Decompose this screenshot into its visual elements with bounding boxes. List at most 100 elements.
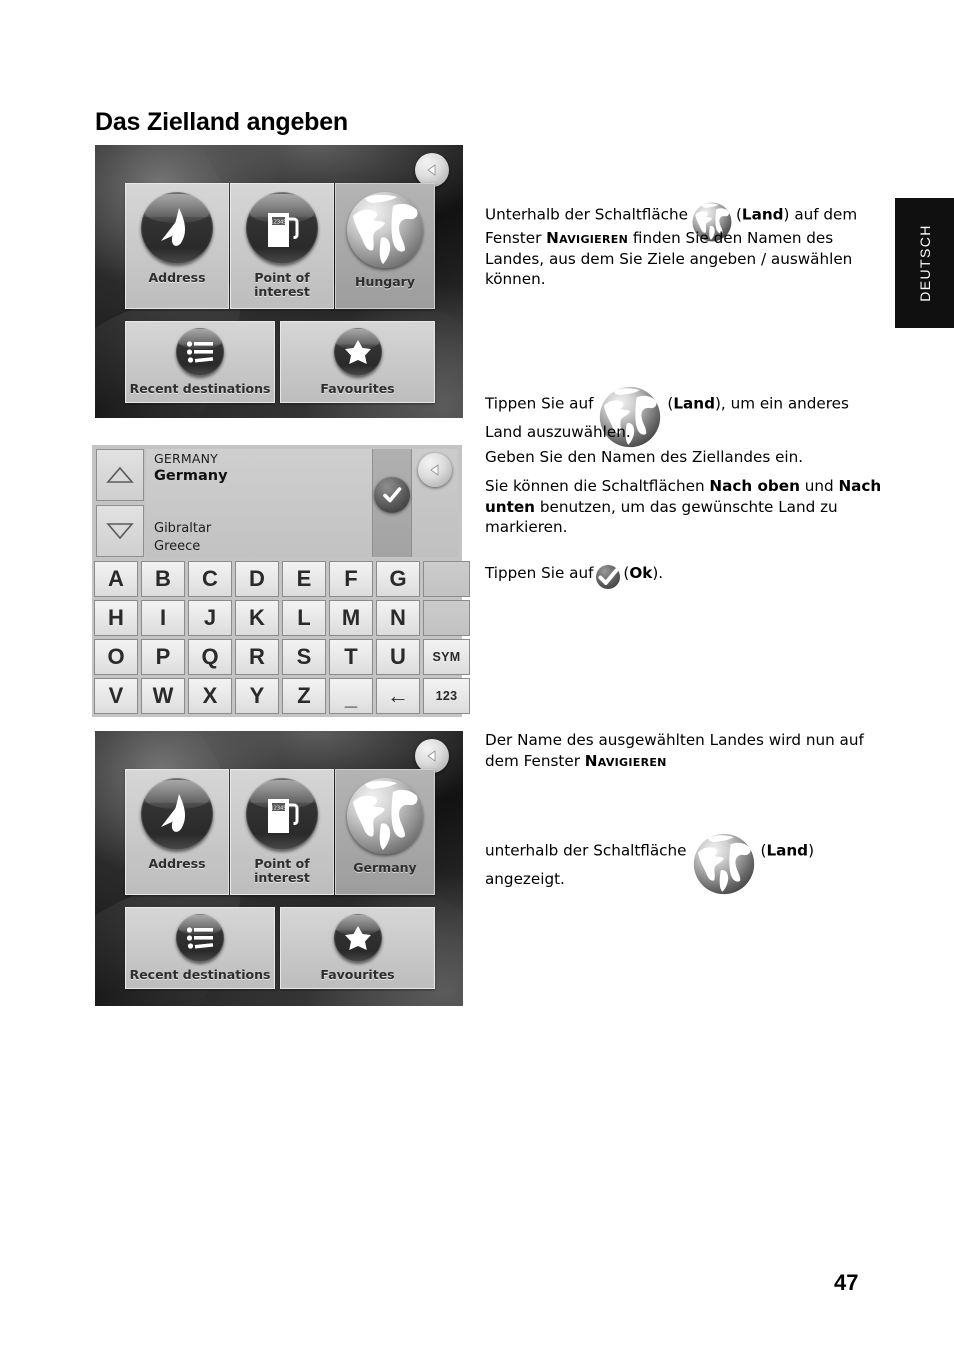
key-m[interactable]: M xyxy=(329,600,373,636)
tile-country[interactable]: Germany xyxy=(335,769,435,895)
star-icon xyxy=(333,328,382,376)
on-screen-keyboard[interactable]: ABCDEFG HIJKLMN O P Q R S T U SYM V W X Y Z _ ← 123 xyxy=(94,561,470,717)
country-list[interactable]: GERMANY Germany Gibraltar Greece xyxy=(146,449,372,557)
screenshot-navigate-hungary: Address 12345 Point of interest Hungary … xyxy=(95,145,463,418)
key-y[interactable]: Y xyxy=(235,678,279,714)
tile-address-label: Address xyxy=(148,856,206,871)
tile-country[interactable]: Hungary xyxy=(335,183,435,309)
compass-needle-icon xyxy=(141,778,213,850)
key-j[interactable]: J xyxy=(188,600,232,636)
key-space[interactable]: _ xyxy=(329,678,373,714)
p6-smallcaps-navigieren: Navigieren xyxy=(584,751,667,770)
key-p[interactable]: P xyxy=(141,639,185,675)
tile-poi-label: Point of interest xyxy=(254,270,310,299)
check-icon xyxy=(596,564,621,589)
tile-address[interactable]: Address xyxy=(125,769,229,895)
p4-text-c: benutzen, um das gewünschte Land zu mark… xyxy=(485,497,838,537)
tile-favourites-label: Favourites xyxy=(320,381,395,396)
key-r[interactable]: R xyxy=(235,639,279,675)
language-tab-label: DEUTSCH xyxy=(916,224,933,302)
triangle-up-icon xyxy=(106,466,134,483)
paragraph-7: unterhalb der Schaltfläche (Land) angezei… xyxy=(485,833,895,895)
triangle-down-icon xyxy=(106,523,134,540)
p2-bold-land: Land xyxy=(673,394,715,413)
key-n[interactable]: N xyxy=(376,600,420,636)
key-q[interactable]: Q xyxy=(188,639,232,675)
ok-button[interactable] xyxy=(374,477,410,513)
p1-bold-land: Land xyxy=(741,205,784,224)
back-button[interactable] xyxy=(415,739,449,773)
key-l[interactable]: L xyxy=(282,600,326,636)
back-button[interactable] xyxy=(418,453,452,487)
key-blank xyxy=(423,561,470,597)
p2-text-a: Tippen Sie auf xyxy=(485,394,594,413)
key-i[interactable]: I xyxy=(141,600,185,636)
back-button[interactable] xyxy=(415,153,449,187)
key-f[interactable]: F xyxy=(329,561,373,597)
list-icon xyxy=(176,328,224,376)
keyboard-row: V W X Y Z _ ← 123 xyxy=(94,678,473,714)
p7-text-a: unterhalb der Schaltfläche xyxy=(485,841,687,860)
scroll-down-button[interactable] xyxy=(96,505,144,557)
tile-recent-destinations[interactable]: Recent destinations xyxy=(125,321,275,403)
key-k[interactable]: K xyxy=(235,600,279,636)
key-numbers[interactable]: 123 xyxy=(423,678,470,714)
language-tab: DEUTSCH xyxy=(895,198,954,328)
key-symbols[interactable]: SYM xyxy=(423,639,470,675)
key-g[interactable]: G xyxy=(376,561,420,597)
key-h[interactable]: H xyxy=(94,600,138,636)
key-c[interactable]: C xyxy=(188,561,232,597)
key-b[interactable]: B xyxy=(141,561,185,597)
key-v[interactable]: V xyxy=(94,678,138,714)
key-s[interactable]: S xyxy=(282,639,326,675)
p7-bold-land: Land xyxy=(766,841,809,860)
p4-text-a: Sie können die Schaltflächen xyxy=(485,477,705,495)
p5-text-a: Tippen Sie auf xyxy=(485,564,594,582)
paragraph-6: Der Name des ausgewählten Landes wird nu… xyxy=(485,730,883,771)
paragraph-1: Unterhalb der Schaltfläche (Land) auf dem… xyxy=(485,202,883,290)
screenshot-country-picker: GERMANY Germany Gibraltar Greece ABCDEFG… xyxy=(92,445,470,717)
key-e[interactable]: E xyxy=(282,561,326,597)
key-o[interactable]: O xyxy=(94,639,138,675)
back-arrow-icon xyxy=(430,464,439,476)
fuel-pump-icon: 12345 xyxy=(246,778,318,850)
key-blank xyxy=(423,600,470,636)
tile-address[interactable]: Address xyxy=(125,183,229,309)
tile-favourites[interactable]: Favourites xyxy=(280,907,435,989)
tile-recent-label: Recent destinations xyxy=(129,381,271,396)
paragraph-2: Tippen Sie auf (Land), um ein anderes Lan… xyxy=(485,386,883,448)
key-x[interactable]: X xyxy=(188,678,232,714)
p5-text-b: ). xyxy=(652,564,664,582)
p1-text-c: finden Sie den Namen des Landes, aus dem… xyxy=(485,229,853,288)
list-item[interactable]: Greece xyxy=(154,539,200,554)
keyboard-row: ABCDEFG xyxy=(94,561,473,597)
star-icon xyxy=(333,914,382,962)
key-t[interactable]: T xyxy=(329,639,373,675)
key-a[interactable]: A xyxy=(94,561,138,597)
check-icon xyxy=(383,487,402,503)
back-arrow-icon xyxy=(427,164,436,176)
globe-icon xyxy=(347,778,423,854)
paragraph-3: Geben Sie den Namen des Ziellandes ein. xyxy=(485,447,883,468)
tile-recent-destinations[interactable]: Recent destinations xyxy=(125,907,275,989)
p5-bold-ok: Ok xyxy=(629,564,653,582)
list-item[interactable]: Gibraltar xyxy=(154,521,211,536)
key-w[interactable]: W xyxy=(141,678,185,714)
tile-address-label: Address xyxy=(148,270,206,285)
tile-recent-label: Recent destinations xyxy=(129,967,271,982)
paragraph-5: Tippen Sie auf (Ok). xyxy=(485,563,883,589)
typed-text: GERMANY xyxy=(154,451,218,466)
page-title: Das Zielland angeben xyxy=(95,108,349,136)
key-d[interactable]: D xyxy=(235,561,279,597)
fuel-pump-icon: 12345 xyxy=(246,192,318,264)
globe-icon xyxy=(693,833,755,895)
tile-point-of-interest[interactable]: 12345 Point of interest xyxy=(230,769,334,895)
tile-favourites[interactable]: Favourites xyxy=(280,321,435,403)
selected-country: Germany xyxy=(154,468,228,484)
p1-smallcaps-navigieren: Navigieren xyxy=(546,229,629,247)
key-u[interactable]: U xyxy=(376,639,420,675)
key-backspace[interactable]: ← xyxy=(376,678,420,714)
scroll-up-button[interactable] xyxy=(96,449,144,501)
key-z[interactable]: Z xyxy=(282,678,326,714)
tile-point-of-interest[interactable]: 12345 Point of interest xyxy=(230,183,334,309)
